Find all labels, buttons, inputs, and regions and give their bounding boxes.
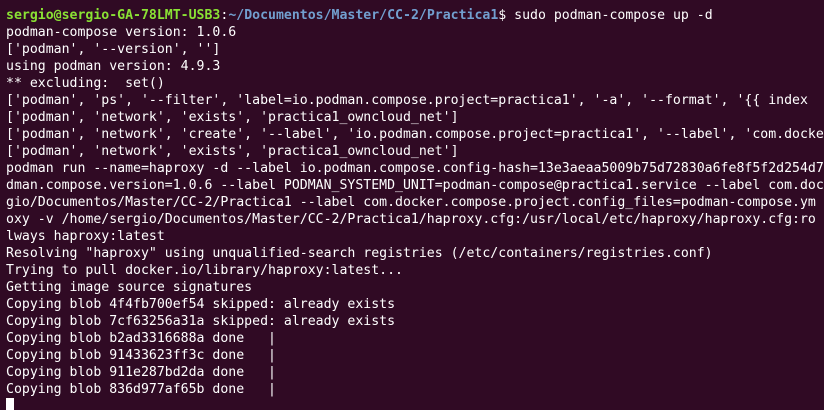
- output-line: podman run --name=haproxy -d --label io.…: [6, 161, 824, 176]
- prompt-path: ~/Documentos/Master/CC-2/Practica1: [228, 8, 499, 23]
- output-line: using podman version: 4.9.3: [6, 59, 221, 74]
- terminal-output: podman-compose version: 1.0.6 ['podman', …: [6, 24, 824, 398]
- output-line: Copying blob 7cf63256a31a skipped: alrea…: [6, 314, 396, 329]
- prompt-symbol: $: [498, 8, 515, 23]
- cursor-line: [6, 398, 824, 410]
- output-line: Copying blob 911e287bd2da done |: [6, 365, 276, 380]
- terminal-window[interactable]: sergio@sergio-GA-78LMT-USB3:~/Documentos…: [0, 0, 824, 410]
- output-line: ** excluding: set(): [6, 76, 165, 91]
- prompt-line: sergio@sergio-GA-78LMT-USB3:~/Documentos…: [6, 7, 824, 24]
- output-line: Copying blob 4f4fb700ef54 skipped: alrea…: [6, 297, 396, 312]
- output-line: Copying blob 836d977af65b done |: [6, 382, 276, 397]
- output-line: ['podman', 'ps', '--filter', 'label=io.p…: [6, 93, 808, 108]
- output-line: lways haproxy:latest: [6, 229, 165, 244]
- output-line: ['podman', 'network', 'exists', 'practic…: [6, 110, 459, 125]
- output-line: gio/Documentos/Master/CC-2/Practica1 --l…: [6, 195, 816, 210]
- output-line: Resolving "haproxy" using unqualified-se…: [6, 246, 713, 261]
- output-line: Trying to pull docker.io/library/haproxy…: [6, 263, 403, 278]
- output-line: oxy -v /home/sergio/Documentos/Master/CC…: [6, 212, 816, 227]
- output-line: dman.compose.version=1.0.6 --label PODMA…: [6, 178, 824, 193]
- prompt-command: sudo podman-compose up -d: [514, 8, 713, 23]
- prompt-user-host: sergio@sergio-GA-78LMT-USB3: [6, 8, 221, 23]
- text-cursor[interactable]: [6, 398, 14, 410]
- output-line: Getting image source signatures: [6, 280, 253, 295]
- output-line: podman-compose version: 1.0.6: [6, 25, 237, 40]
- output-line: ['podman', 'network', 'exists', 'practic…: [6, 144, 459, 159]
- output-line: ['podman', '--version', '']: [6, 42, 221, 57]
- output-line: Copying blob 91433623ff3c done |: [6, 348, 276, 363]
- output-line: Copying blob b2ad3316688a done |: [6, 331, 276, 346]
- output-line: ['podman', 'network', 'create', '--label…: [6, 127, 824, 142]
